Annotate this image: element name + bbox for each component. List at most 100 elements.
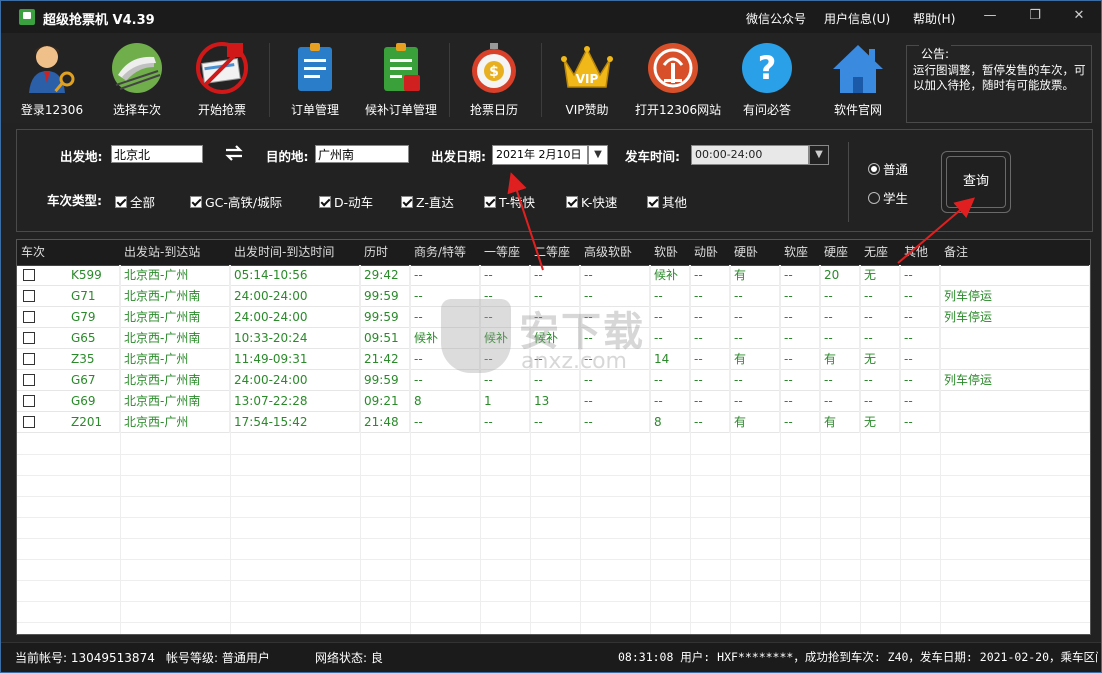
column-header[interactable]: 软座	[780, 240, 820, 265]
official-site-button[interactable]: 软件官网	[820, 39, 896, 121]
table-row[interactable]: G69 北京西-广州南 13:07-22:28 09:21 8 1 13 -- -- -- -- --…	[17, 391, 1090, 412]
grid-line	[530, 265, 531, 634]
grab-calendar-button[interactable]: $ 抢票日历	[456, 39, 532, 121]
checkbox-box[interactable]	[566, 195, 578, 208]
restore-button[interactable]: ❐	[1024, 7, 1046, 25]
minimize-button[interactable]: —	[979, 7, 1001, 25]
start-grab-button[interactable]: 开始抢票	[184, 39, 260, 121]
passenger-student-radio[interactable]: 学生	[868, 188, 908, 207]
table-row[interactable]: K599 北京西-广州 05:14-10:56 29:42 -- -- -- -- 候补 -- 有 -…	[17, 265, 1090, 286]
checkbox-box[interactable]	[484, 195, 496, 208]
row-checkbox[interactable]	[23, 353, 35, 365]
row-checkbox[interactable]	[23, 416, 35, 428]
close-button[interactable]: ✕	[1068, 7, 1090, 25]
column-header[interactable]: 二等座	[530, 240, 580, 265]
table-cell: 24:00-24:00	[230, 370, 360, 391]
table-row[interactable]: G65 北京西-广州南 10:33-20:24 09:51 候补 候补 候补 -- -- -- --…	[17, 328, 1090, 349]
table-cell: --	[580, 391, 650, 412]
row-checkbox[interactable]	[23, 269, 35, 281]
checkbox-box[interactable]	[190, 195, 202, 208]
column-header[interactable]: 无座	[860, 240, 900, 265]
grid-line	[230, 265, 231, 634]
column-header[interactable]: 出发站-到达站	[120, 240, 230, 265]
type-all-checkbox[interactable]: 全部	[115, 192, 155, 211]
column-header[interactable]: 出发时间-到达时间	[230, 240, 360, 265]
to-input[interactable]: 广州南	[315, 145, 409, 163]
grid-line	[17, 580, 1090, 581]
date-dropdown-button[interactable]: ▼	[588, 145, 608, 165]
table-cell: K599	[67, 265, 120, 286]
date-picker[interactable]: 2021年 2月10日	[492, 145, 588, 165]
column-header[interactable]: 硬卧	[730, 240, 780, 265]
column-header[interactable]: 硬座	[820, 240, 860, 265]
checkbox-box[interactable]	[115, 195, 127, 208]
status-log: 08:31:08 用户: HXF********，成功抢到车次: Z40，发车日…	[618, 650, 1098, 664]
table-cell: 有	[730, 412, 780, 433]
menu-wechat[interactable]: 微信公众号	[746, 10, 806, 27]
waitlist-order-button[interactable]: 候补订单管理	[363, 39, 439, 121]
faq-button[interactable]: ? 有问必答	[729, 39, 805, 121]
row-checkbox[interactable]	[23, 374, 35, 386]
table-cell: --	[410, 370, 480, 391]
open-12306-site-button[interactable]: 打开12306网站	[635, 39, 721, 121]
column-header[interactable]: 备注	[940, 240, 1090, 265]
table-row[interactable]: G67 北京西-广州南 24:00-24:00 99:59 -- -- -- -- -- -- --…	[17, 370, 1090, 391]
column-header[interactable]: 历时	[360, 240, 410, 265]
checkbox-box[interactable]	[647, 195, 659, 208]
radio-dot[interactable]	[868, 162, 880, 175]
column-header[interactable]: 动卧	[690, 240, 730, 265]
toolbar-label: 有问必答	[742, 103, 791, 117]
radio-dot[interactable]	[868, 191, 880, 204]
table-row[interactable]: G79 北京西-广州南 24:00-24:00 99:59 -- -- -- -- -- -- --…	[17, 307, 1090, 328]
table-row[interactable]: G71 北京西-广州南 24:00-24:00 99:59 -- -- -- -- -- -- --…	[17, 286, 1090, 307]
table-cell: 有	[820, 349, 860, 370]
from-input[interactable]: 北京北	[111, 145, 203, 163]
column-header[interactable]: 软卧	[650, 240, 690, 265]
table-row[interactable]: Z201 北京西-广州 17:54-15:42 21:48 -- -- -- -- 8 -- 有 --…	[17, 412, 1090, 433]
type-z-checkbox[interactable]: Z-直达	[401, 192, 454, 211]
type-gc-checkbox[interactable]: GC-高铁/城际	[190, 192, 282, 211]
order-manage-button[interactable]: 订单管理	[277, 39, 353, 121]
table-cell: 8	[650, 412, 690, 433]
type-k-checkbox[interactable]: K-快速	[566, 192, 617, 211]
column-header[interactable]: 高级软卧	[580, 240, 650, 265]
to-label: 目的地:	[266, 149, 309, 164]
swap-icon[interactable]	[224, 143, 244, 163]
notice-text: 运行图调整，暂停发售的车次，可以加入待抢，随时有可能放票。	[913, 63, 1086, 92]
time-select[interactable]: 00:00-24:00	[691, 145, 809, 165]
row-checkbox[interactable]	[23, 290, 35, 302]
login-12306-button[interactable]: 登录12306	[14, 39, 90, 121]
type-t-checkbox[interactable]: T-特快	[484, 192, 535, 211]
table-row[interactable]: Z35 北京西-广州 11:49-09:31 21:42 -- -- -- -- 14 -- 有 --…	[17, 349, 1090, 370]
table-cell: --	[860, 286, 900, 307]
select-train-button[interactable]: 选择车次	[99, 39, 175, 121]
vip-sponsor-button[interactable]: VIP VIP赞助	[549, 39, 625, 121]
row-checkbox[interactable]	[23, 332, 35, 344]
table-cell: 21:42	[360, 349, 410, 370]
checkbox-box[interactable]	[319, 195, 331, 208]
grid-line	[690, 265, 691, 634]
column-header[interactable]: 车次	[17, 240, 120, 265]
table-cell: 北京西-广州南	[120, 370, 230, 391]
table-cell: 14	[650, 349, 690, 370]
menu-user-info[interactable]: 用户信息(U)	[824, 10, 890, 27]
table-header: 车次 出发站-到达站 出发时间-到达时间 历时 商务/特等 一等座 二等座 高级软卧 软卧 动卧硬…	[17, 240, 1090, 266]
row-checkbox[interactable]	[23, 311, 35, 323]
chevron-down-icon: ▼	[815, 149, 823, 160]
type-other-checkbox[interactable]: 其他	[647, 192, 687, 211]
table-cell: --	[730, 286, 780, 307]
table-cell: --	[580, 370, 650, 391]
column-header[interactable]: 商务/特等	[410, 240, 480, 265]
query-button[interactable]: 查询	[941, 151, 1011, 213]
column-header[interactable]: 一等座	[480, 240, 530, 265]
table-cell: --	[650, 328, 690, 349]
row-checkbox[interactable]	[23, 395, 35, 407]
type-d-checkbox[interactable]: D-动车	[319, 192, 373, 211]
grid-line	[17, 454, 1090, 455]
time-dropdown-button[interactable]: ▼	[809, 145, 829, 165]
column-header[interactable]: 其他	[900, 240, 940, 265]
checkbox-box[interactable]	[401, 195, 413, 208]
passenger-normal-radio[interactable]: 普通	[868, 159, 908, 178]
table-cell: --	[900, 412, 940, 433]
menu-help[interactable]: 帮助(H)	[913, 10, 955, 27]
